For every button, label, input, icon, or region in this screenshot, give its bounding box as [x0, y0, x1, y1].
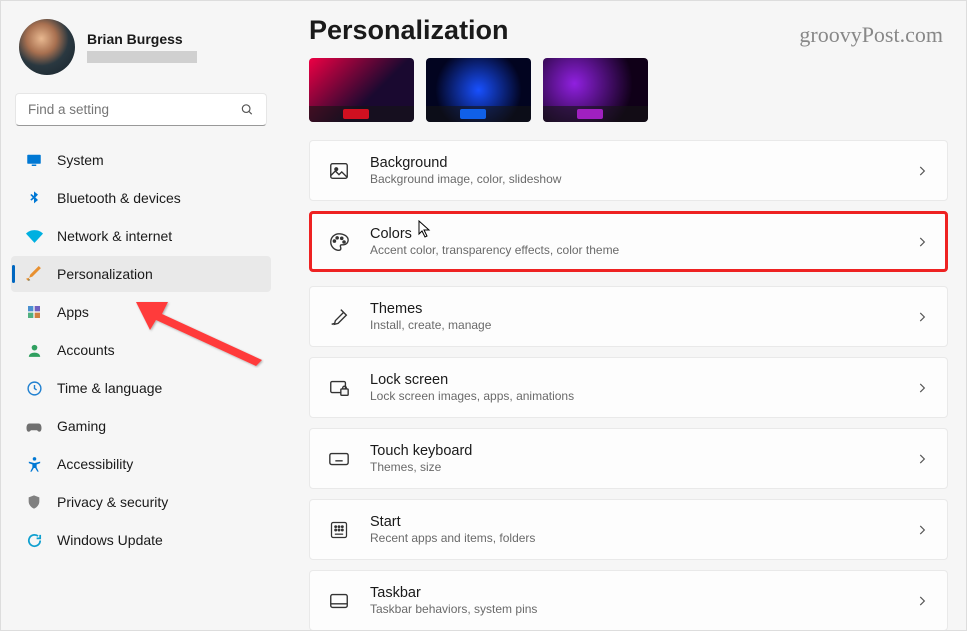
nav-label: Accounts [57, 342, 115, 358]
card-sub: Accent color, transparency effects, colo… [370, 243, 895, 257]
chevron-right-icon [915, 594, 929, 608]
card-title: Touch keyboard [370, 443, 895, 459]
nav-item-system[interactable]: System [11, 142, 271, 178]
nav-label: Windows Update [57, 532, 163, 548]
main-content: Personalization Background Background im… [281, 1, 966, 630]
nav-label: Privacy & security [57, 494, 168, 510]
nav-label: System [57, 152, 104, 168]
nav-label: Gaming [57, 418, 106, 434]
chevron-right-icon [915, 523, 929, 537]
profile-email-redacted [87, 51, 197, 63]
card-sub: Recent apps and items, folders [370, 531, 895, 545]
nav-item-time[interactable]: Time & language [11, 370, 271, 406]
user-profile[interactable]: Brian Burgess [11, 13, 271, 89]
system-icon [25, 151, 43, 169]
lockscreen-icon [328, 377, 350, 399]
watermark: groovyPost.com [799, 22, 943, 48]
search-box[interactable] [15, 93, 267, 126]
background-icon [328, 160, 350, 182]
accounts-icon [25, 341, 43, 359]
theme-row [309, 58, 948, 122]
card-taskbar[interactable]: Taskbar Taskbar behaviors, system pins [309, 570, 948, 630]
nav-item-privacy[interactable]: Privacy & security [11, 484, 271, 520]
card-lockscreen[interactable]: Lock screen Lock screen images, apps, an… [309, 357, 948, 418]
nav-item-personalization[interactable]: Personalization [11, 256, 271, 292]
card-background[interactable]: Background Background image, color, slid… [309, 140, 948, 201]
nav-label: Time & language [57, 380, 162, 396]
nav-item-apps[interactable]: Apps [11, 294, 271, 330]
theme-preview-1[interactable] [309, 58, 414, 122]
themes-icon [328, 306, 350, 328]
chevron-right-icon [915, 164, 929, 178]
nav-label: Network & internet [57, 228, 172, 244]
card-title: Background [370, 155, 895, 171]
nav-item-bluetooth[interactable]: Bluetooth & devices [11, 180, 271, 216]
theme-preview-3[interactable] [543, 58, 648, 122]
nav-item-accessibility[interactable]: Accessibility [11, 446, 271, 482]
personalization-icon [25, 265, 43, 283]
nav-item-network[interactable]: Network & internet [11, 218, 271, 254]
privacy-icon [25, 493, 43, 511]
card-sub: Taskbar behaviors, system pins [370, 602, 895, 616]
card-sub: Lock screen images, apps, animations [370, 389, 895, 403]
chevron-right-icon [915, 452, 929, 466]
bluetooth-icon [25, 189, 43, 207]
card-colors[interactable]: Colors Accent color, transparency effect… [309, 211, 948, 272]
profile-name: Brian Burgess [87, 31, 197, 47]
card-sub: Background image, color, slideshow [370, 172, 895, 186]
keyboard-icon [328, 448, 350, 470]
start-icon [328, 519, 350, 541]
network-icon [25, 227, 43, 245]
chevron-right-icon [915, 235, 929, 249]
card-title: Taskbar [370, 585, 895, 601]
profile-info: Brian Burgess [87, 31, 197, 63]
nav-item-accounts[interactable]: Accounts [11, 332, 271, 368]
nav-label: Personalization [57, 266, 153, 282]
time-icon [25, 379, 43, 397]
taskbar-icon [328, 590, 350, 612]
card-title: Themes [370, 301, 895, 317]
gaming-icon [25, 417, 43, 435]
card-sub: Install, create, manage [370, 318, 895, 332]
card-touchkeyboard[interactable]: Touch keyboard Themes, size [309, 428, 948, 489]
card-start[interactable]: Start Recent apps and items, folders [309, 499, 948, 560]
card-title: Colors [370, 226, 895, 242]
chevron-right-icon [915, 310, 929, 324]
search-icon [240, 102, 254, 117]
apps-icon [25, 303, 43, 321]
card-title: Lock screen [370, 372, 895, 388]
update-icon [25, 531, 43, 549]
nav-item-gaming[interactable]: Gaming [11, 408, 271, 444]
avatar [19, 19, 75, 75]
nav: System Bluetooth & devices Network & int… [11, 142, 271, 558]
nav-label: Apps [57, 304, 89, 320]
card-themes[interactable]: Themes Install, create, manage [309, 286, 948, 347]
colors-icon [328, 231, 350, 253]
nav-label: Bluetooth & devices [57, 190, 181, 206]
nav-item-update[interactable]: Windows Update [11, 522, 271, 558]
nav-label: Accessibility [57, 456, 133, 472]
theme-preview-2[interactable] [426, 58, 531, 122]
card-sub: Themes, size [370, 460, 895, 474]
chevron-right-icon [915, 381, 929, 395]
sidebar: Brian Burgess System Bluetooth & devices… [1, 1, 281, 630]
search-input[interactable] [28, 102, 240, 117]
card-title: Start [370, 514, 895, 530]
accessibility-icon [25, 455, 43, 473]
